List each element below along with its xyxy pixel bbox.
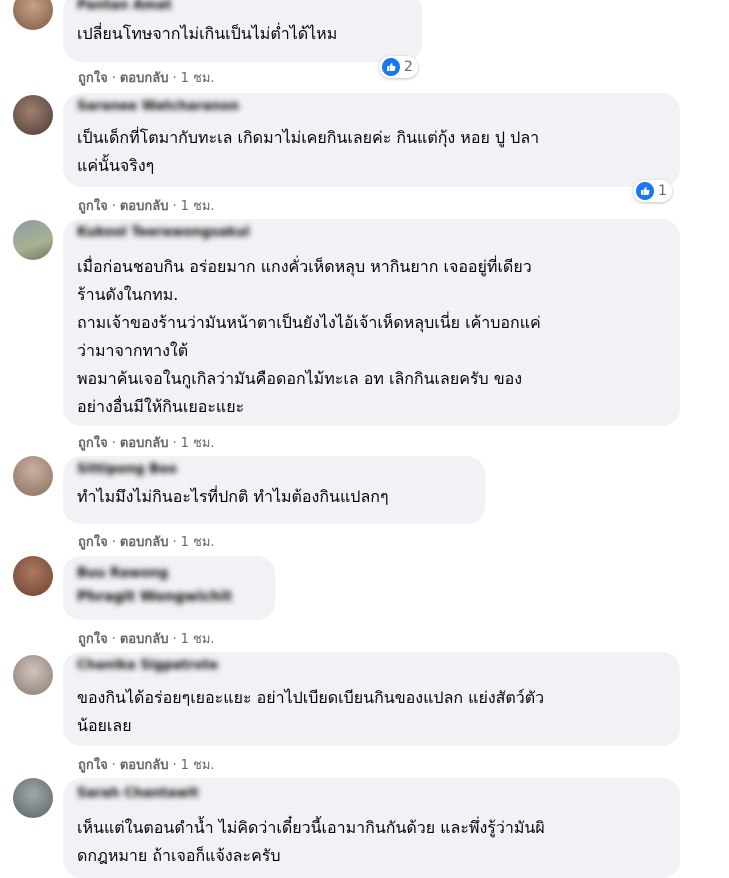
reaction-count-value: 2 [404, 59, 413, 75]
separator: · [111, 758, 116, 773]
comment-actions: ถูกใจ · ตอบกลับ · 1 ชม. [78, 628, 215, 649]
separator: · [172, 758, 177, 773]
commenter-name[interactable]: Sarah Chantawit [77, 780, 666, 806]
reply-link[interactable]: ตอบกลับ [120, 758, 169, 773]
comment-text: ของกินได้อร่อยๆเยอะแยะ อย่าไปเบียดเบียนก… [77, 688, 545, 707]
separator: · [111, 632, 116, 647]
avatar[interactable] [13, 220, 53, 260]
like-reaction-icon [636, 182, 654, 200]
commenter-name[interactable]: Pantan Amat [77, 0, 408, 18]
timestamp-link[interactable]: 1 ชม. [181, 632, 215, 647]
commenter-name[interactable]: Buu Rawong [77, 560, 261, 586]
avatar[interactable] [13, 556, 53, 596]
comment-actions: ถูกใจ · ตอบกลับ · 1 ชม. [78, 754, 215, 775]
commenter-name[interactable]: Kukool Teerawongsakul [77, 219, 666, 245]
separator: · [172, 632, 177, 647]
comment-text: เมื่อก่อนชอบกิน อร่อยมาก แกงคั่วเห็ดหลุบ… [77, 257, 532, 276]
separator: · [172, 436, 177, 451]
comment-actions: ถูกใจ · ตอบกลับ · 1 ชม. [78, 432, 215, 453]
comment-text: ดกฎหมาย ถ้าเจอก็แจ้งละครับ [77, 846, 281, 865]
separator: · [172, 199, 177, 214]
avatar[interactable] [13, 456, 53, 496]
avatar[interactable] [13, 0, 53, 30]
comment-text: เป็นเด็กที่โตมากับทะเล เกิดมาไม่เคยกินเล… [77, 128, 540, 147]
like-link[interactable]: ถูกใจ [78, 199, 108, 214]
comment-bubble: Sarah Chantawit เห็นแต่ในตอนดำน้ำ ไม่คิด… [63, 778, 680, 878]
separator: · [111, 436, 116, 451]
reply-link[interactable]: ตอบกลับ [120, 632, 169, 647]
timestamp-link[interactable]: 1 ชม. [181, 71, 215, 86]
comment-text: แค่นั้นจริงๆ [77, 156, 155, 175]
comment-text: ร้านดังในกทม. [77, 285, 179, 304]
reaction-count-value: 1 [658, 183, 667, 199]
avatar[interactable] [13, 778, 53, 818]
comment-text: ถามเจ้าของร้านว่ามันหน้าตาเป็นยังไงไอ้เจ… [77, 313, 541, 332]
comment-bubble: Kukool Teerawongsakul เมื่อก่อนชอบกิน อร… [63, 219, 680, 426]
reply-link[interactable]: ตอบกลับ [120, 71, 169, 86]
avatar[interactable] [13, 655, 53, 695]
comment-bubble: Chanika Sigpatrote ของกินได้อร่อยๆเยอะแย… [63, 652, 680, 746]
reaction-count[interactable]: 2 [379, 56, 418, 78]
reply-link[interactable]: ตอบกลับ [120, 199, 169, 214]
like-link[interactable]: ถูกใจ [78, 632, 108, 647]
reply-link[interactable]: ตอบกลับ [120, 436, 169, 451]
like-link[interactable]: ถูกใจ [78, 535, 108, 550]
timestamp-link[interactable]: 1 ชม. [181, 199, 215, 214]
like-reaction-icon [382, 58, 400, 76]
separator: · [111, 535, 116, 550]
timestamp-link[interactable]: 1 ชม. [181, 758, 215, 773]
comment-text: เปลี่ยนโทษจากไม่เกินเป็นไม่ต่ำได้ไหม [77, 24, 338, 43]
comment-text: น้อยเลย [77, 716, 132, 735]
tagged-name[interactable]: Phragit Wongwichit [77, 586, 261, 608]
like-link[interactable]: ถูกใจ [78, 71, 108, 86]
comment-text: อย่างอื่นมีให้กินเยอะแยะ [77, 397, 245, 416]
comment-text: เห็นแต่ในตอนดำน้ำ ไม่คิดว่าเดี๋ยวนี้เอาม… [77, 818, 545, 837]
comment-text: ทำไมมึงไม่กินอะไรที่ปกติ ทำไมต้องกินแปลก… [77, 487, 389, 506]
comment-bubble: Saranee Watcharanon เป็นเด็กที่โตมากับทะ… [63, 93, 680, 187]
like-link[interactable]: ถูกใจ [78, 436, 108, 451]
reply-link[interactable]: ตอบกลับ [120, 535, 169, 550]
timestamp-link[interactable]: 1 ชม. [181, 535, 215, 550]
commenter-name[interactable]: Chanika Sigpatrote [77, 652, 666, 678]
comment-actions: ถูกใจ · ตอบกลับ · 1 ชม. [78, 195, 215, 216]
separator: · [172, 71, 177, 86]
separator: · [111, 199, 116, 214]
commenter-name[interactable]: Sittipong Boo [77, 456, 471, 482]
avatar[interactable] [13, 95, 53, 135]
comment-bubble: Pantan Amat เปลี่ยนโทษจากไม่เกินเป็นไม่ต… [63, 0, 422, 62]
comment-actions: ถูกใจ · ตอบกลับ · 1 ชม. [78, 67, 215, 88]
comment-actions: ถูกใจ · ตอบกลับ · 1 ชม. [78, 531, 215, 552]
comment-bubble: Buu Rawong Phragit Wongwichit [63, 556, 275, 620]
comment-text: ว่ามาจากทางใต้ [77, 341, 189, 360]
timestamp-link[interactable]: 1 ชม. [181, 436, 215, 451]
like-link[interactable]: ถูกใจ [78, 758, 108, 773]
comment-text: พอมาค้นเจอในกูเกิลว่ามันคือดอกไม้ทะเล อท… [77, 369, 523, 388]
reaction-count[interactable]: 1 [633, 180, 672, 202]
commenter-name[interactable]: Saranee Watcharanon [77, 93, 666, 119]
separator: · [111, 71, 116, 86]
separator: · [172, 535, 177, 550]
comment-bubble: Sittipong Boo ทำไมมึงไม่กินอะไรที่ปกติ ท… [63, 456, 485, 524]
